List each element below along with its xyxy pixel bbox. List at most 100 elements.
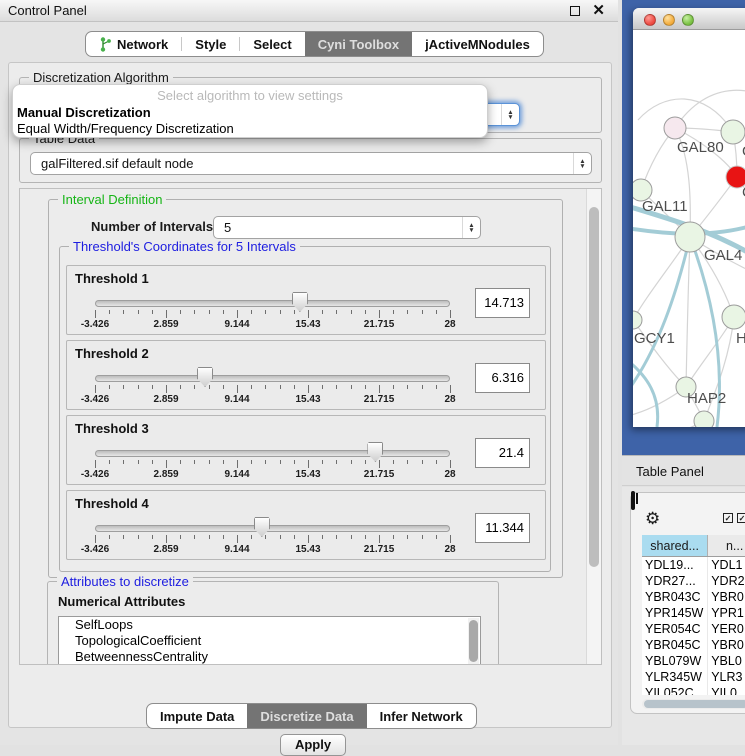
table-cell: YLR3 (708, 669, 745, 685)
table-row[interactable]: YIL052CYIL0 (642, 685, 745, 695)
apply-button[interactable]: Apply (280, 734, 346, 756)
table-panel-titlebar: Table Panel (622, 455, 745, 486)
table-cell: YIL0 (708, 685, 745, 695)
tab-label: Discretize Data (260, 709, 353, 724)
table-row[interactable]: YDL19...YDL1 (642, 557, 745, 573)
network-node-green[interactable] (633, 311, 642, 329)
slider-handle[interactable] (197, 367, 213, 387)
tab-style[interactable]: Style (182, 32, 239, 56)
list-scrollbar[interactable] (468, 618, 479, 665)
horizontal-scrollbar[interactable] (642, 699, 745, 709)
network-node-green[interactable] (721, 120, 745, 144)
network-icon (99, 37, 112, 52)
network-edge[interactable] (686, 317, 734, 387)
network-canvas[interactable]: GAL80GACGAL11GAL4GCY1HHAP2 (633, 30, 745, 427)
tab-impute-data[interactable]: Impute Data (147, 704, 247, 728)
interval-definition-group: Interval Definition Number of Intervals … (48, 199, 563, 578)
num-intervals-combobox[interactable]: 5 ▲▼ (213, 216, 481, 239)
checkbox-icon[interactable]: ✓ (723, 513, 733, 523)
slider-track[interactable] (95, 450, 450, 457)
float-window-icon[interactable] (570, 6, 580, 16)
top-tab-bar: Network Style SelectCyni Toolbox jActiveMNo… (85, 31, 544, 57)
tab-jactivemnodules[interactable]: jActiveMNodules (412, 32, 543, 56)
gear-icon[interactable]: ⚙ (645, 509, 660, 529)
threshold-value-field[interactable]: 21.4 (475, 438, 530, 468)
table-cell: YBL079W (642, 653, 708, 669)
group-title: Discretization Algorithm (29, 70, 173, 85)
network-window-titlebar[interactable] (633, 8, 745, 30)
node-attribute-table[interactable]: shared...n...YDL19...YDL1YDR27...YDR2YBR… (642, 535, 745, 695)
combo-stepper-icon[interactable]: ▲▼ (462, 217, 480, 238)
panel-title: Control Panel (8, 3, 87, 18)
split-column-icon[interactable] (631, 491, 635, 510)
attributes-group: Attributes to discretize Numerical Attri… (47, 581, 499, 665)
table-row[interactable]: YER054CYER0 (642, 621, 745, 637)
checkbox-icon[interactable]: ✓ (737, 513, 745, 523)
node-label: H (736, 330, 745, 347)
network-node-green[interactable] (675, 222, 705, 252)
tab-select[interactable]: Select (240, 32, 304, 56)
tab-network[interactable]: Network (86, 32, 181, 56)
group-title: Attributes to discretize (57, 574, 193, 589)
num-intervals-label: Number of Intervals (91, 219, 213, 234)
tab-label: Style (195, 37, 226, 52)
table-row[interactable]: YBR045CYBR0 (642, 637, 745, 653)
table-cell: YDR2 (708, 573, 745, 589)
dropdown-option[interactable]: Manual Discretization (17, 105, 151, 120)
control-panel-titlebar: Control Panel ✕ (0, 0, 618, 22)
combo-stepper-icon[interactable]: ▲▼ (501, 104, 519, 125)
vertical-scrollbar[interactable] (586, 189, 601, 664)
group-title: Interval Definition (58, 192, 166, 207)
network-node-pink[interactable] (664, 117, 686, 139)
column-header[interactable]: shared... (642, 535, 708, 556)
slider-ticks (95, 535, 450, 543)
table-row[interactable]: YBR043CYBR0 (642, 589, 745, 605)
numerical-attributes-label: Numerical Attributes (58, 594, 185, 609)
table-cell: YIL052C (642, 685, 708, 695)
dropdown-option[interactable]: Equal Width/Frequency Discretization (17, 121, 234, 136)
threshold-value-field[interactable]: 11.344 (475, 513, 530, 543)
tab-discretize-data[interactable]: Discretize Data (247, 704, 366, 728)
attribute-list-item[interactable]: BetweennessCentrality (59, 649, 480, 665)
table-cell: YBR0 (708, 637, 745, 653)
slider-tick-labels: -3.4262.8599.14415.4321.71528 (95, 319, 450, 331)
tab-infer-network[interactable]: Infer Network (367, 704, 476, 728)
tab-cyni-toolbox[interactable]: Cyni Toolbox (305, 32, 412, 56)
threshold-label: Threshold 2 (75, 346, 149, 361)
close-traffic-light-icon[interactable] (644, 14, 656, 26)
slider-track[interactable] (95, 300, 450, 307)
numerical-attributes-list[interactable]: SelfLoopsTopologicalCoefficientBetweenne… (58, 616, 481, 665)
close-icon[interactable]: ✕ (592, 2, 605, 20)
settings-scroll-area: Interval Definition Number of Intervals … (19, 188, 602, 665)
group-title: Threshold's Coordinates for 5 Intervals (69, 239, 300, 254)
table-row[interactable]: YPR145WYPR1 (642, 605, 745, 621)
table-row[interactable]: YDR27...YDR2 (642, 573, 745, 589)
column-header[interactable]: n... (708, 535, 745, 556)
slider-handle[interactable] (254, 517, 270, 537)
node-label: GAL11 (642, 198, 688, 215)
table-row[interactable]: YLR345WYLR3 (642, 669, 745, 685)
table-row[interactable]: YBL079WYBL0 (642, 653, 745, 669)
table-data-group: Table Data galFiltered.sif default node … (19, 138, 602, 183)
slider-track[interactable] (95, 375, 450, 382)
table-data-combobox[interactable]: galFiltered.sif default node ▲▼ (30, 152, 592, 175)
slider-handle[interactable] (292, 292, 308, 312)
network-edge[interactable] (686, 237, 690, 387)
combo-stepper-icon[interactable]: ▲▼ (573, 153, 591, 174)
network-node-green[interactable] (722, 305, 745, 329)
slider-handle[interactable] (367, 442, 383, 462)
attribute-list-item[interactable]: SelfLoops (59, 617, 480, 633)
zoom-traffic-light-icon[interactable] (682, 14, 694, 26)
threshold-value-field[interactable]: 6.316 (475, 363, 530, 393)
network-edge-highlighted[interactable] (633, 237, 690, 392)
slider-tick-labels: -3.4262.8599.14415.4321.71528 (95, 394, 450, 406)
minimize-traffic-light-icon[interactable] (663, 14, 675, 26)
slider-track[interactable] (95, 525, 450, 532)
network-node-green[interactable] (694, 411, 714, 427)
network-edge-highlighted[interactable] (633, 360, 658, 427)
attribute-list-item[interactable]: TopologicalCoefficient (59, 633, 480, 649)
thresholds-group: Threshold's Coordinates for 5 Intervals … (59, 246, 551, 572)
threshold-value-field[interactable]: 14.713 (475, 288, 530, 318)
slider-ticks (95, 385, 450, 393)
tab-label: jActiveMNodules (425, 37, 530, 52)
